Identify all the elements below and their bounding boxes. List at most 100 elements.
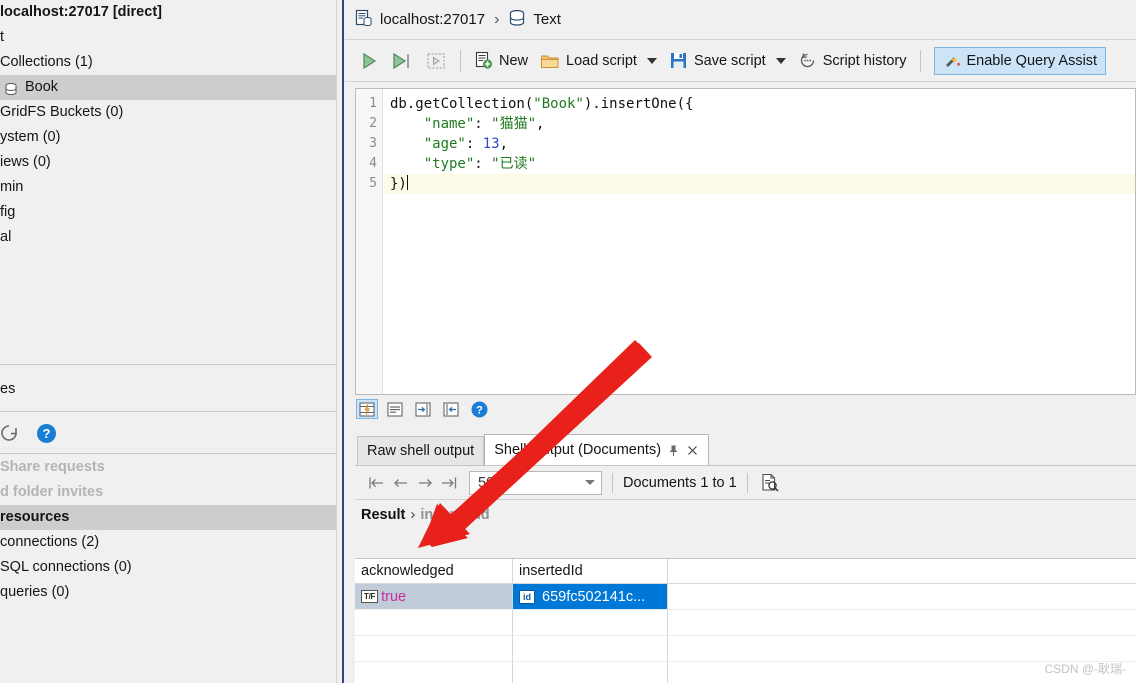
sidebar-item-connections[interactable]: connections (2) (0, 530, 336, 555)
server-icon (355, 9, 373, 31)
cell-empty[interactable] (513, 636, 668, 662)
tree-item-system[interactable]: ystem (0) (0, 125, 336, 150)
column-header-acknowledged[interactable]: acknowledged (355, 559, 513, 583)
align-lines-icon[interactable] (384, 399, 406, 419)
run-to-cursor-button[interactable] (385, 46, 419, 76)
first-page-icon[interactable] (365, 472, 389, 494)
cell-empty[interactable] (355, 636, 513, 662)
new-script-label: New (499, 52, 529, 69)
column-header-insertedid[interactable]: insertedId (513, 559, 668, 583)
code-token: : (465, 136, 483, 152)
tree-item-config[interactable]: fig (0, 200, 336, 225)
page-size-select[interactable]: 50 (469, 470, 602, 495)
script-history-button[interactable]: Script history (792, 46, 913, 76)
result-breadcrumb-root[interactable]: Result (361, 507, 405, 523)
indent-right-icon[interactable] (412, 399, 434, 419)
breadcrumb-server-label[interactable]: localhost:27017 (380, 11, 485, 28)
script-editor[interactable]: 1 2 3 4 5 db.getCollection("Book").inser… (355, 88, 1136, 395)
connection-tree: localhost:27017 [direct] t Collections (… (0, 0, 336, 365)
enable-query-assist-button[interactable]: Enable Query Assist (933, 46, 1107, 75)
table-row[interactable]: T/F true id 659fc502141c... (355, 584, 1136, 610)
line-number: 4 (369, 156, 377, 171)
result-breadcrumb-field[interactable]: insertedId (420, 507, 489, 523)
toolbar-separator (612, 472, 613, 493)
enable-query-assist-label: Enable Query Assist (966, 52, 1098, 69)
result-table: acknowledged insertedId T/F true id 659f… (355, 558, 1136, 683)
cell-empty[interactable] (668, 636, 1136, 662)
column-header-empty[interactable] (668, 559, 1136, 583)
result-tabs: Raw shell output Shell Output (Documents… (355, 434, 1136, 465)
cell-acknowledged[interactable]: T/F true (355, 584, 513, 610)
table-row[interactable] (355, 636, 1136, 662)
document-view-icon[interactable] (758, 472, 782, 494)
cell-empty[interactable] (513, 662, 668, 683)
help-icon[interactable]: ? (468, 399, 490, 419)
app-window: localhost:27017 [direct] t Collections (… (0, 0, 1136, 683)
code-line: db.getCollection("Book").insertOne({ (384, 94, 1135, 114)
format-script-icon[interactable] (356, 399, 378, 419)
tree-item-gridfs-buckets[interactable]: GridFS Buckets (0) (0, 100, 336, 125)
tree-item-views[interactable]: iews (0) (0, 150, 336, 175)
pin-icon[interactable] (667, 444, 680, 457)
code-token: : (474, 116, 492, 132)
code-line: "age": 13, (384, 134, 1135, 154)
load-script-button[interactable]: Load script (534, 46, 663, 76)
close-icon[interactable] (686, 444, 699, 457)
sidebar-item-resources-header[interactable]: resources (0, 505, 336, 530)
cell-empty[interactable] (668, 610, 1136, 636)
breadcrumb-database-label[interactable]: Text (533, 11, 561, 28)
tree-item-label: iews (0) (0, 154, 51, 170)
save-script-button[interactable]: Save script (663, 46, 792, 76)
new-script-button[interactable]: New (468, 46, 534, 76)
run-script-button[interactable] (353, 46, 385, 76)
boolean-type-icon: T/F (361, 590, 379, 603)
sidebar-section-secondary: es (0, 366, 336, 412)
tree-item-server[interactable]: localhost:27017 [direct] (0, 0, 336, 25)
tree-item-local[interactable]: al (0, 225, 336, 250)
code-token: ).insertOne({ (583, 96, 694, 112)
chevron-down-icon[interactable] (646, 57, 657, 64)
tab-label: Shell Output (Documents) (494, 442, 662, 458)
tab-raw-shell-output[interactable]: Raw shell output (357, 436, 485, 465)
cell-empty[interactable] (355, 662, 513, 683)
table-row[interactable] (355, 662, 1136, 683)
sidebar-item-folder-invites[interactable]: d folder invites (0, 480, 336, 505)
next-page-icon[interactable] (413, 472, 437, 494)
refresh-icon[interactable] (0, 422, 20, 444)
tab-shell-output-documents[interactable]: Shell Output (Documents) (484, 434, 710, 465)
sidebar-section-label-row[interactable]: es (0, 366, 336, 412)
panel-splitter[interactable] (342, 0, 344, 683)
cell-empty[interactable] (668, 584, 1136, 610)
collection-icon (4, 81, 19, 96)
code-token: "name" (423, 116, 475, 132)
code-token: : (474, 156, 492, 172)
tree-item-book-collection[interactable]: Book (0, 75, 336, 100)
table-row[interactable] (355, 610, 1136, 636)
tree-item-collections[interactable]: Collections (1) (0, 50, 336, 75)
help-icon[interactable]: ? (36, 423, 57, 444)
tree-item-admin[interactable]: min (0, 175, 336, 200)
cell-empty[interactable] (513, 610, 668, 636)
chevron-down-icon[interactable] (775, 57, 786, 64)
run-selection-button[interactable] (419, 46, 453, 76)
wand-icon (945, 56, 960, 67)
previous-page-icon[interactable] (389, 472, 413, 494)
cell-insertedid[interactable]: id 659fc502141c... (513, 584, 668, 610)
indent-left-icon[interactable] (440, 399, 462, 419)
sidebar-item-sql-connections[interactable]: SQL connections (0) (0, 555, 336, 580)
editor-code-area[interactable]: db.getCollection("Book").insertOne({ "na… (384, 89, 1135, 194)
table-header-row: acknowledged insertedId (355, 559, 1136, 584)
last-page-icon[interactable] (437, 472, 461, 494)
cell-empty[interactable] (355, 610, 513, 636)
sidebar-item-queries[interactable]: queries (0) (0, 580, 336, 605)
tree-item-database[interactable]: t (0, 25, 336, 50)
load-script-label: Load script (566, 52, 637, 69)
editor-bottom-toolbar: ? (356, 399, 490, 419)
script-history-label: Script history (822, 52, 907, 69)
sidebar-item-share-requests[interactable]: Share requests (0, 455, 336, 480)
chevron-down-icon[interactable] (585, 480, 595, 485)
tree-item-label: t (0, 29, 5, 45)
page-size-value: 50 (478, 474, 495, 491)
